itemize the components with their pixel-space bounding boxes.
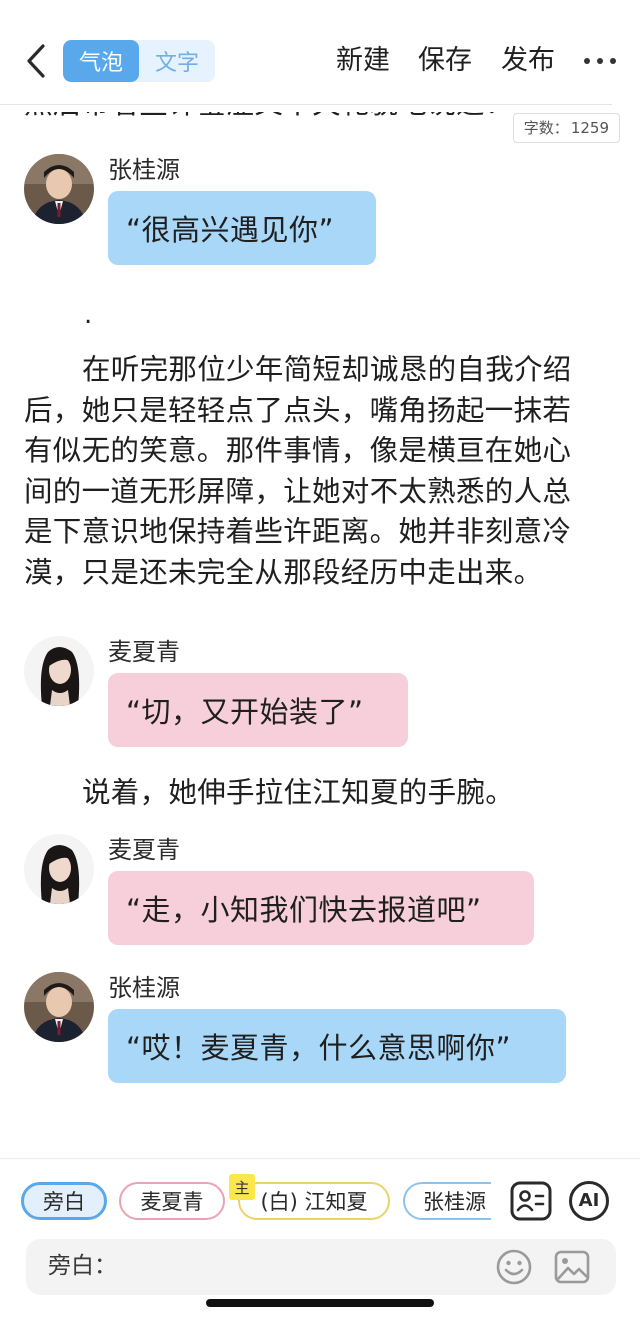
- narration-paragraph: 说着，她伸手拉住江知夏的手腕。: [82, 776, 515, 809]
- main-role-badge: 主: [229, 1174, 255, 1200]
- mode-text-tab[interactable]: 文字: [139, 40, 215, 82]
- ai-label: AI: [578, 1190, 600, 1211]
- message-input-bar: 旁白：: [26, 1239, 616, 1295]
- speech-bubble[interactable]: “哎！麦夏青，什么意思啊你”: [108, 1009, 566, 1083]
- separator-dot: .: [84, 300, 93, 330]
- speaker-name: 张桂源: [108, 156, 180, 184]
- speaker-name: 张桂源: [108, 974, 180, 1002]
- speech-bubble[interactable]: “很高兴遇见你”: [108, 191, 376, 265]
- avatar-zhang: [24, 154, 94, 224]
- narration-paragraph: 在听完那位少年简短却诚恳的自我介绍后，她只是轻轻点了点头，嘴角扬起一抹若有似无的…: [24, 353, 572, 589]
- avatar-mai: [24, 834, 94, 904]
- back-button[interactable]: [16, 38, 56, 84]
- story-editor: 然后带着些许羞涩又不失礼貌地说道： 字数： 1259 张桂源 “很高兴遇见你” …: [0, 0, 640, 1160]
- mode-bubble-tab[interactable]: 气泡: [63, 40, 139, 82]
- word-count-value: 1259: [570, 119, 609, 137]
- mode-toggle: 气泡 文字: [63, 40, 215, 82]
- word-count-badge: 字数： 1259: [512, 113, 620, 143]
- speech-bubble[interactable]: “切，又开始装了”: [108, 673, 408, 747]
- publish-button[interactable]: 发布: [501, 40, 555, 82]
- more-dots-icon[interactable]: [584, 50, 616, 72]
- speaker-name: 麦夏青: [108, 638, 180, 666]
- avatar-zhang: [24, 972, 94, 1042]
- chevron-left-icon: [27, 44, 45, 78]
- speech-bubble[interactable]: “走，小知我们快去报道吧”: [108, 871, 534, 945]
- word-count-label: 字数：: [523, 119, 569, 137]
- image-icon[interactable]: [552, 1247, 592, 1287]
- ai-button[interactable]: AI: [567, 1179, 611, 1223]
- new-button[interactable]: 新建: [336, 40, 390, 82]
- divider: [0, 104, 612, 105]
- role-chip-mai[interactable]: 麦夏青: [119, 1182, 225, 1220]
- top-nav-bar: 气泡 文字 新建 保存 发布: [0, 0, 640, 112]
- role-chip-zhang[interactable]: 张桂源: [403, 1182, 491, 1220]
- avatar-mai: [24, 636, 94, 706]
- bottom-toolbar: 旁白 麦夏青 主 (白) 江知夏 张桂源 AI 旁白：: [0, 1158, 640, 1320]
- emoji-icon[interactable]: [494, 1247, 534, 1287]
- speaker-name: 麦夏青: [108, 836, 180, 864]
- role-chip-jiang[interactable]: (白) 江知夏: [238, 1182, 390, 1220]
- save-button[interactable]: 保存: [418, 40, 472, 82]
- home-indicator: [206, 1299, 434, 1307]
- role-card-icon[interactable]: [509, 1179, 553, 1223]
- input-role-label: 旁白：: [48, 1253, 117, 1279]
- message-input[interactable]: [118, 1247, 478, 1287]
- role-chip-narration[interactable]: 旁白: [21, 1182, 107, 1220]
